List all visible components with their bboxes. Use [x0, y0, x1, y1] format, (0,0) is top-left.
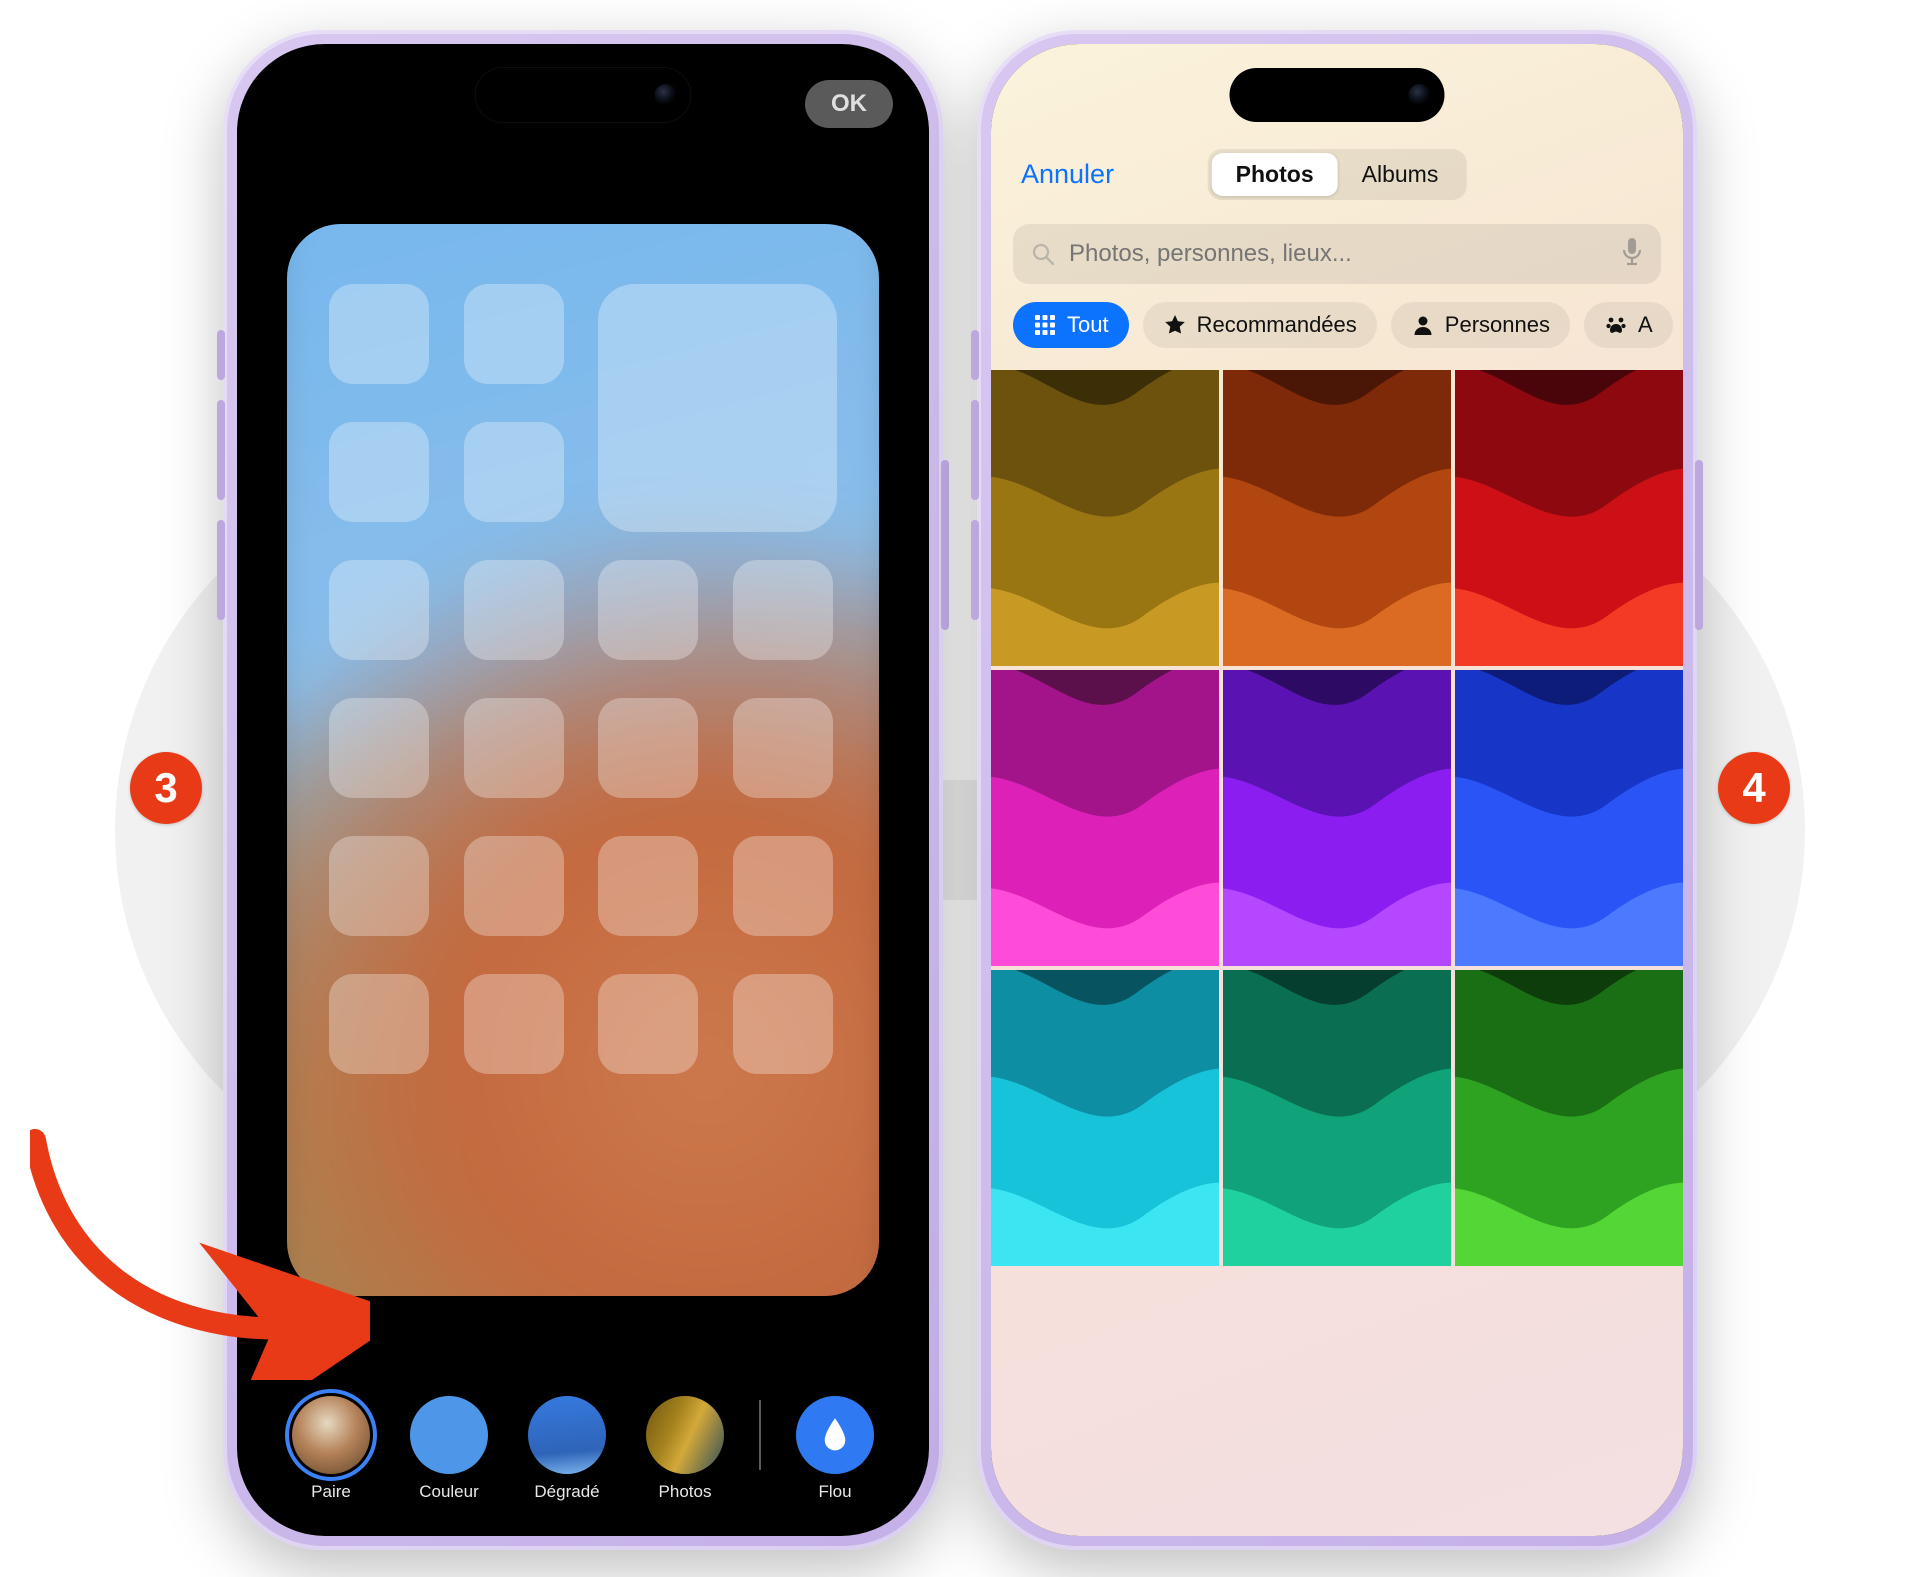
filter-label: Tout	[1067, 312, 1109, 338]
search-icon	[1031, 242, 1055, 266]
option-label: Dégradé	[534, 1482, 599, 1502]
flou-icon	[796, 1396, 874, 1474]
photo-thumb[interactable]	[1455, 370, 1683, 666]
home-screen-preview	[287, 224, 879, 1296]
filter-overflow[interactable]: A	[1584, 302, 1673, 348]
dynamic-island	[1230, 68, 1445, 122]
option-paire[interactable]: Paire	[283, 1396, 379, 1502]
grid-icon	[1033, 313, 1057, 337]
photos-icon	[646, 1396, 724, 1474]
segment-albums[interactable]: Albums	[1338, 153, 1463, 196]
photo-thumb[interactable]	[991, 370, 1219, 666]
callout-arrow	[30, 1100, 370, 1380]
option-couleur[interactable]: Couleur	[401, 1396, 497, 1502]
photo-thumb[interactable]	[1223, 970, 1451, 1266]
photo-thumb[interactable]	[991, 970, 1219, 1266]
photo-thumb[interactable]	[1223, 670, 1451, 966]
couleur-icon	[410, 1396, 488, 1474]
option-label: Paire	[311, 1482, 351, 1502]
step-badge-3: 3	[130, 752, 202, 824]
filter-people[interactable]: Personnes	[1391, 302, 1570, 348]
segmented-control: Photos Albums	[1208, 149, 1467, 200]
filter-chip-row: Tout Recommandées Personnes	[991, 284, 1683, 366]
screen-right: Annuler Photos Albums	[991, 44, 1683, 1536]
search-input[interactable]	[1067, 239, 1621, 269]
option-label: Photos	[659, 1482, 712, 1502]
ok-button[interactable]: OK	[805, 80, 893, 128]
person-icon	[1411, 313, 1435, 337]
microphone-icon[interactable]	[1621, 237, 1643, 272]
filter-all[interactable]: Tout	[1013, 302, 1129, 348]
degrade-icon	[528, 1396, 606, 1474]
dock-separator	[759, 1400, 761, 1470]
app-icon-grid	[329, 284, 837, 1084]
photo-thumb[interactable]	[1455, 670, 1683, 966]
star-icon	[1163, 313, 1187, 337]
option-label: Couleur	[419, 1482, 479, 1502]
phone-frame-right: Annuler Photos Albums	[977, 30, 1697, 1550]
photo-picker-sheet: Annuler Photos Albums	[991, 44, 1683, 1536]
paire-icon	[292, 1396, 370, 1474]
option-flou[interactable]: Flou	[787, 1396, 883, 1502]
option-degrade[interactable]: Dégradé	[519, 1396, 615, 1502]
photo-thumb[interactable]	[991, 670, 1219, 966]
step-badge-4: 4	[1718, 752, 1790, 824]
segment-photos[interactable]: Photos	[1212, 153, 1338, 196]
cancel-button[interactable]: Annuler	[1021, 159, 1114, 190]
photo-thumb[interactable]	[1223, 370, 1451, 666]
photo-thumb[interactable]	[1455, 970, 1683, 1266]
filter-label: Personnes	[1445, 312, 1550, 338]
paw-icon	[1604, 313, 1628, 337]
option-label: Flou	[818, 1482, 851, 1502]
option-photos[interactable]: Photos	[637, 1396, 733, 1502]
filter-label: A	[1638, 312, 1653, 338]
filter-label: Recommandées	[1197, 312, 1357, 338]
search-field[interactable]	[1013, 224, 1661, 284]
dynamic-island	[476, 68, 691, 122]
filter-recommended[interactable]: Recommandées	[1143, 302, 1377, 348]
photo-thumbnail-grid	[991, 366, 1683, 1266]
wallpaper-options-dock: Paire Couleur Dégradé Photos	[237, 1396, 929, 1502]
